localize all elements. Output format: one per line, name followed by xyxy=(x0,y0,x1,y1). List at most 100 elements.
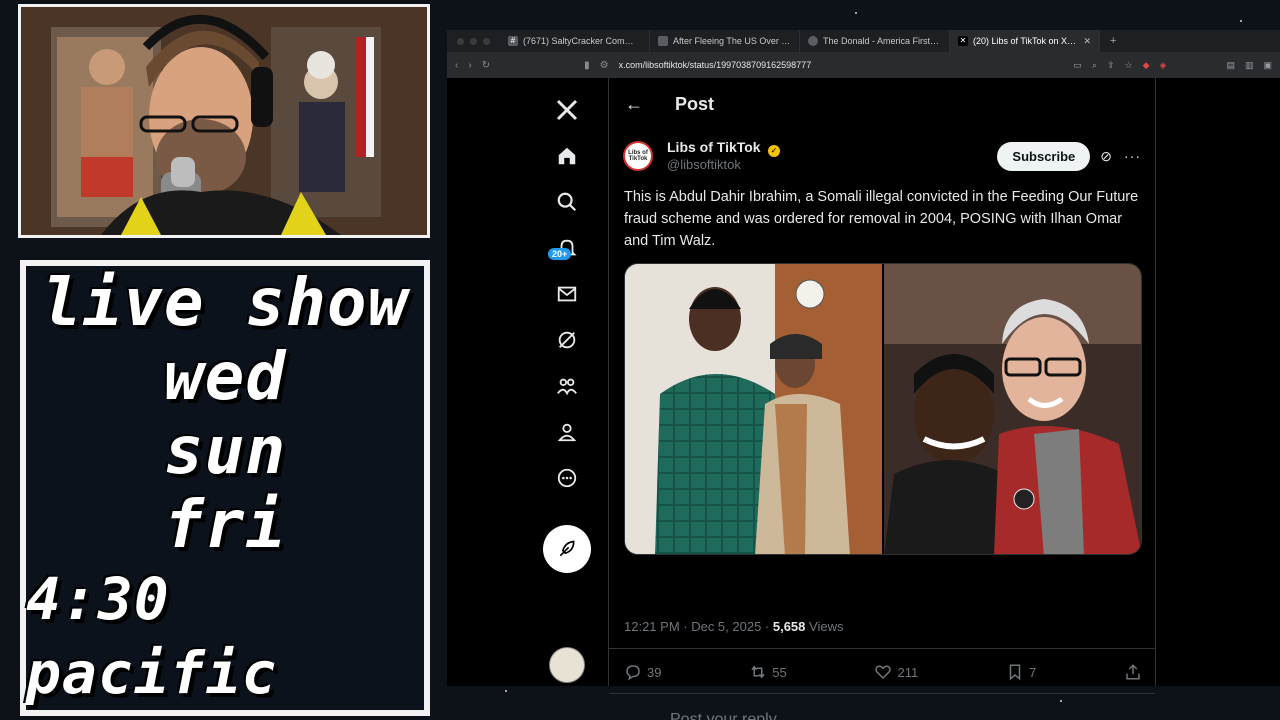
share-icon[interactable]: ⇪ xyxy=(1107,60,1115,71)
views-count: 5,658 xyxy=(772,619,806,634)
url-field[interactable]: x.com/libsoftiktok/status/19970387091625… xyxy=(619,60,1064,70)
site-settings-icon[interactable]: ⚙ xyxy=(600,60,609,71)
account-avatar[interactable] xyxy=(549,647,585,683)
promo-line-day: fri xyxy=(163,486,287,563)
post-header: ← Post xyxy=(609,78,1155,130)
reply-button[interactable]: 39 xyxy=(624,663,661,681)
address-bar: ‹ › ↻ ▮ ⚙ x.com/libsoftiktok/status/1997… xyxy=(447,52,1280,78)
subscribe-button[interactable]: Subscribe xyxy=(997,141,1091,171)
tab-bar: # (7671) SaltyCracker Community After Fl… xyxy=(447,30,1280,52)
article-icon xyxy=(658,36,668,46)
browser-window: # (7671) SaltyCracker Community After Fl… xyxy=(447,30,1280,720)
post-media[interactable] xyxy=(624,263,1142,555)
star-icon[interactable]: ☆ xyxy=(1125,60,1133,71)
back-arrow-icon[interactable]: ← xyxy=(625,94,643,115)
profile-icon[interactable]: ▣ xyxy=(1263,60,1272,71)
repost-count: 55 xyxy=(772,664,787,680)
reply-icon xyxy=(626,665,640,681)
page-title: Post xyxy=(675,93,715,114)
bookmark-button[interactable]: 7 xyxy=(1006,663,1036,681)
bookmark-count: 7 xyxy=(1028,664,1037,680)
close-tab-icon[interactable]: ✕ xyxy=(1083,36,1091,47)
tab-title: After Fleeing The US Over Trump xyxy=(673,36,791,46)
x-page: 20+ ← Post Libs of TikTok Libs of TikTok… xyxy=(447,78,1280,720)
promo-panel: live show wed sun fri 4:30 pacific xyxy=(26,266,424,710)
post-photo[interactable] xyxy=(625,264,882,554)
tab-title: The Donald - America First | Patri xyxy=(823,36,941,46)
new-tab-button[interactable]: + xyxy=(1100,35,1126,47)
divider xyxy=(609,693,1155,694)
post-column: ← Post Libs of TikTok Libs of TikTok ✓ @… xyxy=(608,78,1156,720)
extension-icon[interactable]: ◈ xyxy=(1160,60,1167,71)
x-sidebar xyxy=(537,78,597,686)
webcam-feed xyxy=(21,7,427,235)
extensions-icon[interactable]: ▤ xyxy=(1226,60,1235,71)
sidebar-toggle-icon[interactable]: ▥ xyxy=(1245,60,1254,71)
extension-icon[interactable]: ◆ xyxy=(1143,60,1150,71)
grok-icon[interactable]: ⊘ xyxy=(1100,148,1112,165)
views-label: Views xyxy=(805,619,844,634)
more-icon[interactable]: ··· xyxy=(1124,148,1141,164)
cast-icon[interactable]: ▭ xyxy=(1073,60,1082,71)
x-logo-icon: ✕ xyxy=(958,36,968,46)
messages-icon[interactable] xyxy=(547,274,587,314)
divider xyxy=(609,648,1155,649)
maximize-window-button[interactable] xyxy=(483,37,490,45)
minimize-window-button[interactable] xyxy=(470,37,477,45)
community-icon: # xyxy=(508,36,518,46)
like-count: 211 xyxy=(897,664,919,680)
forum-icon xyxy=(808,36,818,46)
promo-line-title: live show xyxy=(41,264,409,341)
search-icon[interactable] xyxy=(547,182,587,222)
toolbar-icons: ▭ ⌕ ⇪ ☆ ◆ ◈ ▤ ▥ ▣ xyxy=(1073,60,1272,71)
share-button[interactable] xyxy=(1124,663,1142,681)
zoom-icon[interactable]: ⌕ xyxy=(1092,60,1097,71)
heart-icon xyxy=(875,665,892,680)
reply-placeholder[interactable]: Post your reply xyxy=(670,711,777,720)
close-window-button[interactable] xyxy=(457,37,464,45)
background-speck xyxy=(1240,20,1242,22)
back-icon[interactable]: ‹ xyxy=(455,60,458,71)
browser-tab[interactable]: The Donald - America First | Patri xyxy=(800,30,950,52)
feather-icon xyxy=(559,540,575,557)
author-row: Libs of TikTok Libs of TikTok ✓ @libsoft… xyxy=(623,136,1141,176)
window-controls xyxy=(447,37,500,45)
repost-icon xyxy=(751,665,765,679)
bookmark-icon xyxy=(1009,664,1021,681)
webcam-frame xyxy=(18,4,430,238)
browser-tab[interactable]: # (7671) SaltyCracker Community xyxy=(500,30,650,52)
post-time[interactable]: 12:21 PM · Dec 5, 2025 · xyxy=(624,619,773,634)
communities-icon[interactable] xyxy=(547,366,587,406)
reply-count: 39 xyxy=(647,664,662,680)
repost-button[interactable]: 55 xyxy=(749,663,787,681)
home-icon[interactable] xyxy=(547,136,587,176)
promo-line-day: wed xyxy=(163,338,287,415)
profile-icon[interactable] xyxy=(547,412,587,452)
forward-icon[interactable]: › xyxy=(468,60,471,71)
like-button[interactable]: 211 xyxy=(874,663,918,681)
promo-line-time: 4:30 pacific xyxy=(26,565,278,707)
promo-panel-frame: live show wed sun fri 4:30 pacific xyxy=(20,260,430,716)
background-speck xyxy=(1060,700,1062,702)
more-options-icon[interactable] xyxy=(547,458,587,498)
browser-tab[interactable]: After Fleeing The US Over Trump xyxy=(650,30,800,52)
promo-line-day: sun xyxy=(163,412,287,489)
verified-badge-icon: ✓ xyxy=(768,145,781,157)
bookmark-icon[interactable]: ▮ xyxy=(584,60,590,71)
reload-icon[interactable]: ↻ xyxy=(482,60,490,71)
notifications-badge: 20+ xyxy=(548,248,572,260)
browser-tab-active[interactable]: ✕ (20) Libs of TikTok on X: "This ✕ xyxy=(950,30,1100,52)
background-speck xyxy=(855,12,857,14)
author-handle[interactable]: @libsoftiktok xyxy=(667,157,780,173)
post-metadata: 12:21 PM · Dec 5, 2025 · 5,658 Views xyxy=(624,619,843,634)
tab-title: (7671) SaltyCracker Community xyxy=(523,36,641,46)
author-name[interactable]: Libs of TikTok xyxy=(667,139,761,155)
compose-post-button[interactable] xyxy=(543,525,591,573)
grok-icon[interactable] xyxy=(547,320,587,360)
post-text: This is Abdul Dahir Ibrahim, a Somali il… xyxy=(624,189,1139,249)
post-photo[interactable] xyxy=(884,264,1141,554)
x-logo-icon[interactable] xyxy=(547,90,587,130)
background-speck xyxy=(505,690,507,692)
reply-composer: Post your reply xyxy=(624,710,1142,720)
author-avatar[interactable]: Libs of TikTok xyxy=(623,141,653,171)
